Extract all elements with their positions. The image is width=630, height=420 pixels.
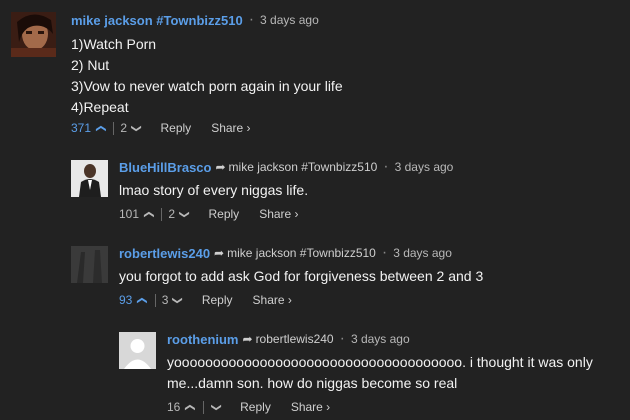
divider <box>161 207 163 221</box>
thumbs-up-icon[interactable]: ❯ <box>144 210 155 218</box>
dislike-count: 2 <box>120 121 128 135</box>
comment-text: lmao story of every niggas life. <box>119 182 309 198</box>
reply-button[interactable]: Reply <box>161 121 192 135</box>
separator-dot: · <box>339 330 345 347</box>
comment-text: you forgot to add ask God for forgivenes… <box>119 268 484 284</box>
comment-author[interactable]: mike jackson #Townbizz510 <box>71 13 243 28</box>
divider <box>154 293 156 307</box>
default-avatar-icon <box>119 332 156 369</box>
reply-to-author[interactable]: mike jackson #Townbizz510 <box>229 160 378 174</box>
like-count: 16 <box>167 400 181 414</box>
user-avatar-icon <box>71 160 108 197</box>
separator-dot: · <box>383 158 389 175</box>
reply-arrow-icon: ➦ <box>242 332 253 346</box>
comment: mike jackson #Townbizz510 · 3 days ago 1… <box>71 11 621 118</box>
comment-timestamp[interactable]: 3 days ago <box>393 246 452 260</box>
dislike-count: 3 <box>161 293 169 307</box>
thumbs-up-icon[interactable]: ❯ <box>96 124 107 132</box>
separator-dot: · <box>248 11 255 28</box>
comment: robertlewis240 ➦ mike jackson #Townbizz5… <box>119 244 619 287</box>
comment-timestamp[interactable]: 3 days ago <box>351 332 410 346</box>
thumbs-down-icon[interactable]: ❯ <box>172 296 183 304</box>
like-count: 101 <box>119 207 140 221</box>
like-count: 93 <box>119 293 133 307</box>
share-button[interactable]: Share › <box>211 121 250 135</box>
avatar[interactable] <box>119 332 156 369</box>
avatar[interactable] <box>11 12 56 57</box>
dislike-count: 2 <box>168 207 176 221</box>
comment-text: yooooooooooooooooooooooooooooooooooooo. … <box>167 354 593 391</box>
share-button[interactable]: Share › <box>291 400 330 414</box>
comment-text: 1)Watch Porn 2) Nut 3)Vow to never watch… <box>71 36 343 115</box>
thumbs-down-icon[interactable]: ❯ <box>210 403 221 411</box>
comment: roothenium ➦ robertlewis240 · 3 days ago… <box>167 330 607 394</box>
comment-timestamp[interactable]: 3 days ago <box>395 160 454 174</box>
avatar[interactable] <box>71 246 108 283</box>
reply-button[interactable]: Reply <box>209 207 240 221</box>
avatar[interactable] <box>71 160 108 197</box>
share-button[interactable]: Share › <box>259 207 298 221</box>
comment-author[interactable]: robertlewis240 <box>119 246 210 261</box>
thumbs-down-icon[interactable]: ❯ <box>179 210 190 218</box>
divider <box>113 121 115 135</box>
reply-button[interactable]: Reply <box>202 293 233 307</box>
user-avatar-icon <box>11 12 56 57</box>
comment-actions: 101 ❯ 2 ❯ Reply Share › <box>119 206 299 222</box>
thumbs-up-icon[interactable]: ❯ <box>185 403 196 411</box>
reply-arrow-icon: ➦ <box>214 246 225 260</box>
reply-button[interactable]: Reply <box>240 400 271 414</box>
comment-author[interactable]: roothenium <box>167 332 239 347</box>
divider <box>202 400 204 414</box>
share-button[interactable]: Share › <box>253 293 292 307</box>
reply-to-author[interactable]: mike jackson #Townbizz510 <box>227 246 376 260</box>
reply-to-author[interactable]: robertlewis240 <box>256 332 334 346</box>
user-avatar-icon <box>71 246 108 283</box>
comment-author[interactable]: BlueHillBrasco <box>119 160 211 175</box>
reply-arrow-icon: ➦ <box>215 160 226 174</box>
separator-dot: · <box>381 244 388 261</box>
like-count: 371 <box>71 121 92 135</box>
comment-timestamp[interactable]: 3 days ago <box>260 13 319 27</box>
comment-actions: 371 ❯ 2 ❯ Reply Share › <box>71 120 251 136</box>
thumbs-down-icon[interactable]: ❯ <box>131 124 142 132</box>
comment-actions: 16 ❯ ❯ Reply Share › <box>167 399 330 415</box>
thumbs-up-icon[interactable]: ❯ <box>137 296 148 304</box>
comment-actions: 93 ❯ 3 ❯ Reply Share › <box>119 292 292 308</box>
comment: BlueHillBrasco ➦ mike jackson #Townbizz5… <box>119 158 619 201</box>
